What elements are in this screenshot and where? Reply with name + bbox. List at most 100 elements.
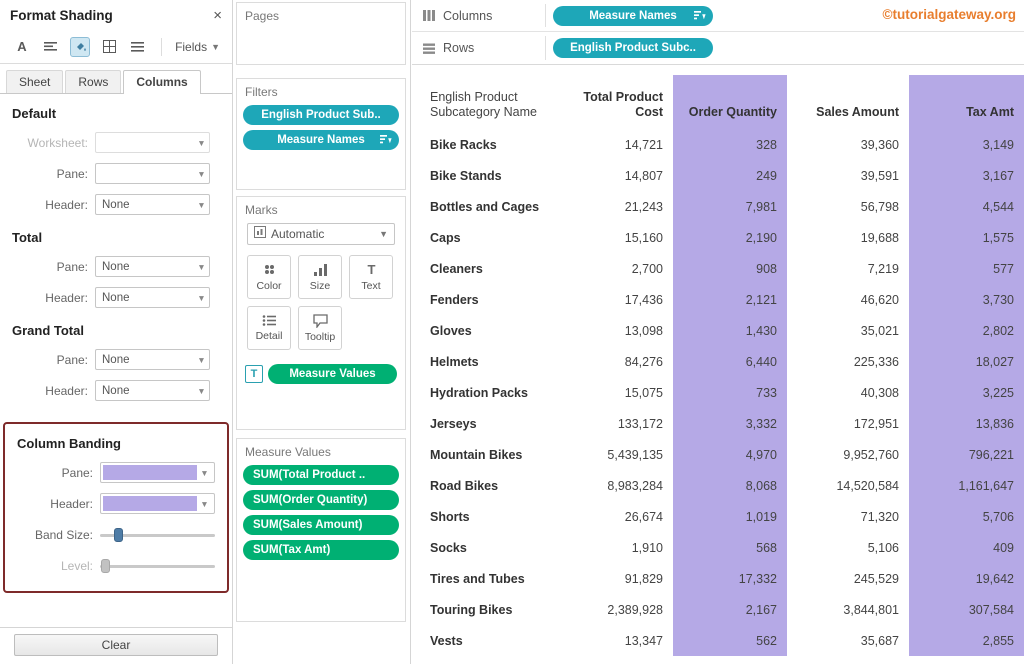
alignment-icon[interactable] <box>41 37 61 57</box>
rows-shelf-icon <box>422 42 436 55</box>
grand-total-header-dropdown[interactable]: None▼ <box>95 380 210 401</box>
dropdown-value: None <box>96 199 194 211</box>
close-icon[interactable]: × <box>213 8 222 23</box>
format-section-grand-total: Grand TotalPane:None▼Header:None▼ <box>0 313 232 406</box>
font-format-icon[interactable]: A <box>12 37 32 57</box>
table-row: Socks1,9105685,106409 <box>412 532 1024 563</box>
cell-tax-amt: 3,149 <box>909 129 1024 160</box>
banding-pane-color-dropdown[interactable]: ▼ <box>100 462 215 483</box>
tab-sheet[interactable]: Sheet <box>6 70 63 93</box>
color-swatch <box>103 465 197 480</box>
tab-columns[interactable]: Columns <box>123 70 200 94</box>
row-label: Socks <box>412 532 562 563</box>
dropdown-value: None <box>96 261 194 273</box>
table-row: Touring Bikes2,389,9282,1673,844,801307,… <box>412 594 1024 625</box>
default-header-dropdown[interactable]: None▼ <box>95 194 210 215</box>
row-label: Mountain Bikes <box>412 439 562 470</box>
table-row: Tires and Tubes91,82917,332245,52919,642 <box>412 563 1024 594</box>
cell-order-quantity: 2,167 <box>673 594 787 625</box>
pages-card: Pages <box>236 2 406 65</box>
cell-order-quantity: 908 <box>673 253 787 284</box>
table-row: Cleaners2,7009087,219577 <box>412 253 1024 284</box>
cell-tax-amt: 19,642 <box>909 563 1024 594</box>
measure-pill-sum-order-quantity[interactable]: SUM(Order Quantity) <box>243 490 399 510</box>
pill-label: SUM(Sales Amount) <box>253 519 362 531</box>
field-label: Header: <box>5 497 100 511</box>
data-table: English Product Subcategory NameTotal Pr… <box>412 66 1024 664</box>
pages-card-title: Pages <box>237 3 405 27</box>
tab-rows[interactable]: Rows <box>65 70 121 93</box>
default-pane-dropdown[interactable]: ▼ <box>95 163 210 184</box>
lines-icon[interactable] <box>128 37 148 57</box>
cell-tax-amt: 2,855 <box>909 625 1024 656</box>
format-panel-header: Format Shading × <box>0 0 232 30</box>
cell-tax-amt: 409 <box>909 532 1024 563</box>
cell-sales-amount: 56,798 <box>787 191 909 222</box>
total-pane-dropdown[interactable]: None▼ <box>95 256 210 277</box>
cell-sales-amount: 19,688 <box>787 222 909 253</box>
grand-total-pane-dropdown[interactable]: None▼ <box>95 349 210 370</box>
row-label: Bike Stands <box>412 160 562 191</box>
cell-tax-amt: 3,730 <box>909 284 1024 315</box>
cell-sales-amount: 39,360 <box>787 129 909 160</box>
rows-shelf-pills: English Product Subc.. <box>553 38 713 58</box>
format-field-row: Header:None▼ <box>0 189 232 220</box>
borders-icon[interactable] <box>99 37 119 57</box>
fields-dropdown-label: Fields <box>175 40 207 54</box>
slider-handle[interactable] <box>114 528 123 542</box>
cell-tax-amt: 18,027 <box>909 346 1024 377</box>
clear-button[interactable]: Clear <box>14 634 218 656</box>
dropdown-value: None <box>96 292 194 304</box>
cell-order-quantity: 17,332 <box>673 563 787 594</box>
default-worksheet-dropdown[interactable]: ▼ <box>95 132 210 153</box>
format-field-row: Band Size: <box>5 519 227 550</box>
text-icon: T <box>364 262 379 277</box>
measure-values-pill[interactable]: Measure Values <box>268 364 397 384</box>
cell-tax-amt: 13,836 <box>909 408 1024 439</box>
format-footer: Clear <box>0 627 232 664</box>
size-button[interactable]: Size <box>298 255 342 299</box>
field-label: Pane: <box>0 167 95 181</box>
measure-pill-sum-tax-amt[interactable]: SUM(Tax Amt) <box>243 540 399 560</box>
cell-tax-amt: 4,544 <box>909 191 1024 222</box>
cell-tax-amt: 307,584 <box>909 594 1024 625</box>
field-label: Worksheet: <box>0 136 95 150</box>
cell-total-product-cost: 17,436 <box>562 284 673 315</box>
fields-dropdown[interactable]: Fields ▼ <box>175 40 220 54</box>
band-size-slider[interactable] <box>100 527 215 543</box>
tableau-window: Format Shading × A Fields ▼ SheetRowsCol <box>0 0 1024 664</box>
format-panel-title: Format Shading <box>10 8 113 23</box>
level-slider[interactable] <box>100 558 215 574</box>
shading-icon[interactable] <box>70 37 90 57</box>
cell-order-quantity: 1,019 <box>673 501 787 532</box>
shelf-pill-measure-names[interactable]: Measure Names <box>553 6 713 26</box>
slider-handle[interactable] <box>101 559 110 573</box>
mark-type-dropdown[interactable]: Automatic ▼ <box>247 223 395 245</box>
detail-button[interactable]: Detail <box>247 306 291 350</box>
format-body: DefaultWorksheet:▼Pane:▼Header:None▼Tota… <box>0 94 232 593</box>
filter-pill-measure-names[interactable]: Measure Names <box>243 130 399 150</box>
table-row: Caps15,1602,19019,6881,575 <box>412 222 1024 253</box>
cell-order-quantity: 2,190 <box>673 222 787 253</box>
banding-rows: Pane:▼Header:▼Band Size:Level: <box>5 457 227 581</box>
cell-tax-amt: 5,706 <box>909 501 1024 532</box>
sort-icon <box>380 134 392 145</box>
cell-tax-amt: 577 <box>909 253 1024 284</box>
text-button[interactable]: TText <box>349 255 393 299</box>
columns-shelf-pills: Measure Names <box>553 6 713 26</box>
pill-label: English Product Subc.. <box>570 42 696 54</box>
total-header-dropdown[interactable]: None▼ <box>95 287 210 308</box>
cell-total-product-cost: 26,674 <box>562 501 673 532</box>
row-label: Road Bikes <box>412 470 562 501</box>
banding-header-color-dropdown[interactable]: ▼ <box>100 493 215 514</box>
filter-pill-english-product-sub[interactable]: English Product Sub.. <box>243 105 399 125</box>
tooltip-button[interactable]: Tooltip <box>298 306 342 350</box>
measure-pill-sum-sales-amount[interactable]: SUM(Sales Amount) <box>243 515 399 535</box>
shelf-pill-english-product-subc[interactable]: English Product Subc.. <box>553 38 713 58</box>
field-label: Pane: <box>5 466 100 480</box>
color-button[interactable]: Color <box>247 255 291 299</box>
measure-pill-sum-total-product[interactable]: SUM(Total Product .. <box>243 465 399 485</box>
cell-total-product-cost: 21,243 <box>562 191 673 222</box>
table-row: Gloves13,0981,43035,0212,802 <box>412 315 1024 346</box>
table-row: Bike Stands14,80724939,5913,167 <box>412 160 1024 191</box>
